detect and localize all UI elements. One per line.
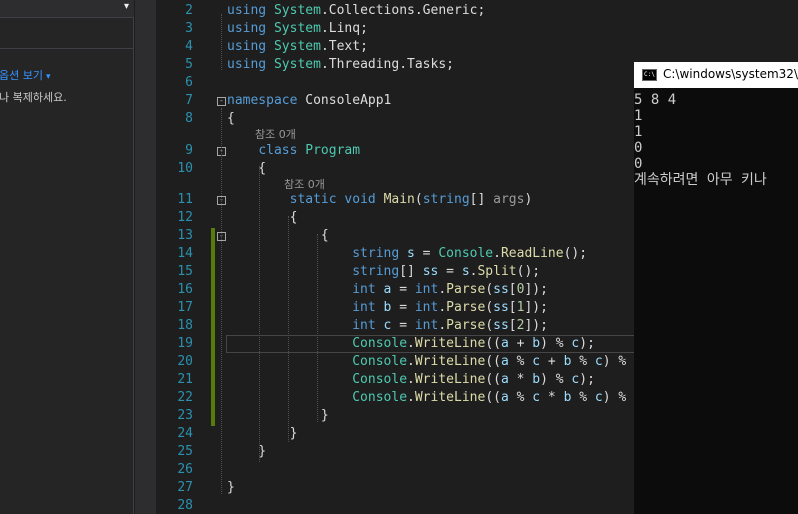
code-text: int b = int.Parse(ss[1]); <box>352 300 548 315</box>
code-text: static void Main(string[] args) <box>289 192 533 207</box>
left-panel: ▾ 옵션 보기 ▾ 나 복제하세요. <box>0 0 134 514</box>
line-number: 27 <box>177 480 193 495</box>
code-text: { <box>227 111 235 126</box>
code-text: { <box>227 228 329 243</box>
line-number: 16 <box>177 282 193 297</box>
line-number: 19 <box>177 336 193 351</box>
console-line: 계속하려면 아무 키나 <box>634 172 767 188</box>
code-text: string[] ss = s.Split(); <box>352 264 541 279</box>
code-text: using System.Collections.Generic; <box>227 3 486 18</box>
code-text: } <box>227 444 267 459</box>
line-number: 14 <box>177 246 193 261</box>
line-number: 8 <box>185 111 193 126</box>
chevron-down-icon[interactable]: ▾ <box>46 72 51 82</box>
reference-count-hint[interactable]: 참조 0개 <box>255 127 296 143</box>
code-text: { <box>227 210 298 225</box>
code-text: class Program <box>258 143 361 158</box>
chevron-down-icon[interactable]: ▾ <box>124 1 129 12</box>
code-text: } <box>227 408 329 423</box>
line-number: 25 <box>177 444 193 459</box>
line-number: 20 <box>177 354 193 369</box>
line-number: 7 <box>185 93 193 108</box>
line-number: 17 <box>177 300 193 315</box>
code-text: { <box>227 161 267 176</box>
view-options-label[interactable]: 옵션 보기 <box>0 69 43 82</box>
code-line: 2 using System.Collections.Generic; <box>156 2 796 20</box>
outline-guide <box>288 216 289 442</box>
code-text: int c = int.Parse(ss[2]); <box>352 318 548 333</box>
code-text: Console.WriteLine((a % c * b % c) % c); <box>352 390 657 405</box>
code-text: string s = Console.ReadLine(); <box>352 246 588 261</box>
console-app-icon: C:\ <box>642 69 657 81</box>
console-line: 0 <box>634 140 643 156</box>
console-output: 5 8 4 1 1 0 0 계속하려면 아무 키나 <box>634 92 798 188</box>
code-text: } <box>227 480 235 495</box>
console-title-bar[interactable]: C:\ C:\windows\system32\ <box>634 62 798 88</box>
code-text: Console.WriteLine((a % c + b % c) % c); <box>352 354 657 369</box>
code-text: Console.WriteLine((a * b) % c); <box>352 372 595 387</box>
outline-guide <box>259 166 260 462</box>
code-text: } <box>227 426 298 441</box>
code-text: using System.Threading.Tasks; <box>227 57 454 72</box>
line-number: 3 <box>185 21 193 36</box>
line-number: 21 <box>177 372 193 387</box>
console-line: 1 <box>634 124 643 140</box>
line-number: 18 <box>177 318 193 333</box>
line-number: 13 <box>177 228 193 243</box>
code-text: namespace ConsoleApp1 <box>227 93 392 108</box>
current-line-highlight <box>226 335 636 353</box>
console-line: 0 <box>634 156 643 172</box>
hint-text: 나 복제하세요. <box>0 91 67 104</box>
line-number: 15 <box>177 264 193 279</box>
console-line: 5 8 4 <box>634 92 677 108</box>
line-number: 10 <box>177 161 193 176</box>
left-panel-header: ▾ <box>0 0 134 18</box>
line-number: 12 <box>177 210 193 225</box>
line-number: 26 <box>177 462 193 477</box>
line-number: 4 <box>185 39 193 54</box>
collapse-icon[interactable]: - <box>217 97 226 106</box>
code-line: 3 using System.Linq; <box>156 20 796 38</box>
change-tracking-bar <box>211 228 215 426</box>
line-number: 5 <box>185 57 193 72</box>
line-number: 11 <box>177 192 193 207</box>
console-line: 1 <box>634 108 643 124</box>
console-window[interactable]: C:\ C:\windows\system32\ 5 8 4 1 1 0 0 계… <box>634 62 798 514</box>
view-options-link[interactable]: 옵션 보기 ▾ <box>0 67 51 83</box>
code-line: 4 using System.Text; <box>156 38 796 56</box>
line-number: 28 <box>177 498 193 513</box>
code-text: using System.Linq; <box>227 21 368 36</box>
console-title: C:\windows\system32\ <box>663 67 798 81</box>
outline-guide <box>317 234 318 422</box>
divider <box>0 48 134 49</box>
splitter[interactable] <box>135 0 156 514</box>
outline-guide <box>221 14 222 70</box>
outline-guide <box>221 108 222 494</box>
code-text: using System.Text; <box>227 39 368 54</box>
code-text: int a = int.Parse(ss[0]); <box>352 282 548 297</box>
line-number: 23 <box>177 408 193 423</box>
line-number: 6 <box>185 75 193 90</box>
line-number: 9 <box>185 143 193 158</box>
line-number: 2 <box>185 3 193 18</box>
line-number: 22 <box>177 390 193 405</box>
line-number: 24 <box>177 426 193 441</box>
